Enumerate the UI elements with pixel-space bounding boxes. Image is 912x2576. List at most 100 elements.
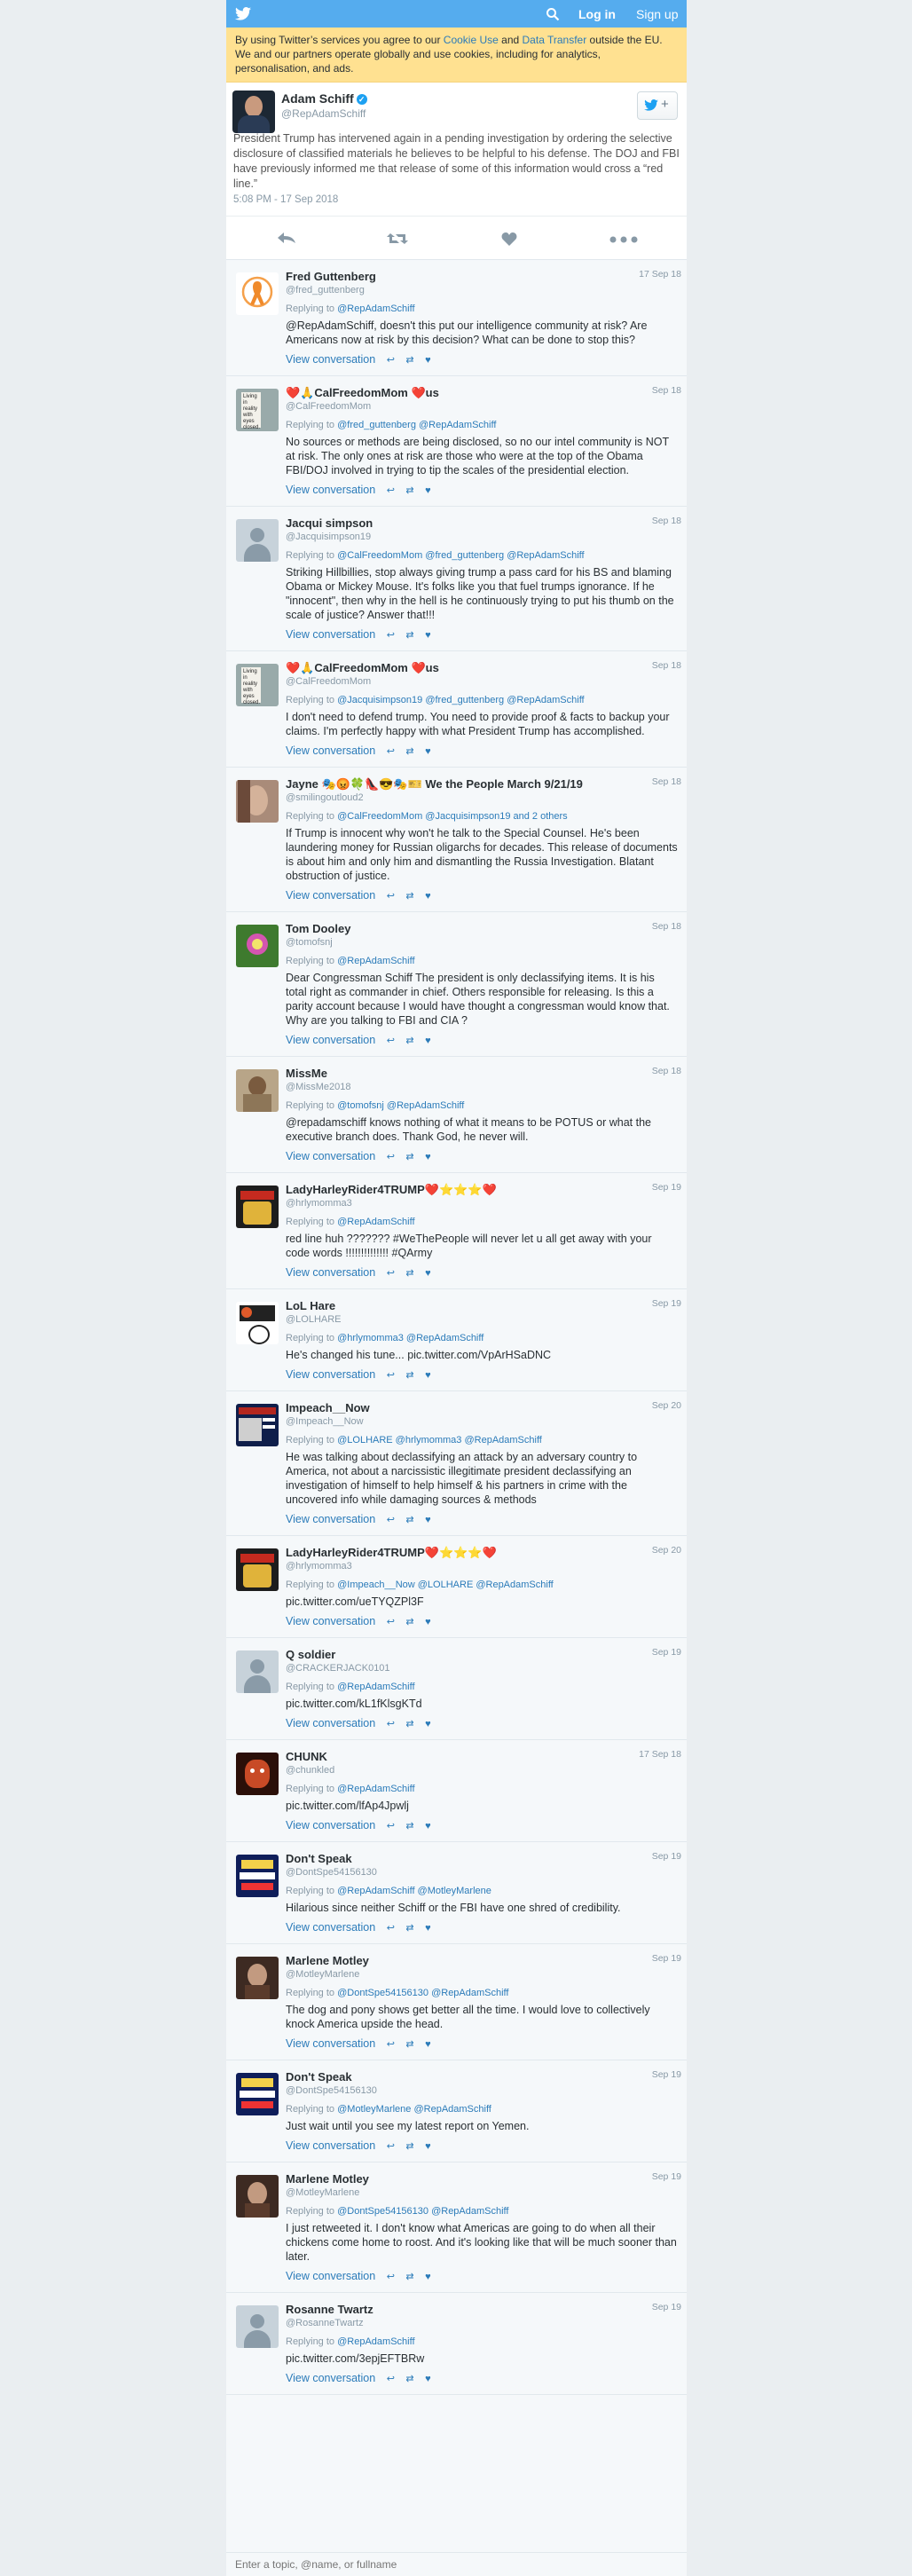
like-icon[interactable]: ♥ xyxy=(425,1034,431,1048)
like-icon[interactable]: ♥ xyxy=(425,1819,431,1833)
avatar[interactable] xyxy=(236,1855,279,1897)
like-icon[interactable]: ♥ xyxy=(425,1513,431,1527)
author-name[interactable]: Don't Speak xyxy=(286,2070,678,2084)
replying-to-link[interactable]: @Jacquisimpson19 @fred_guttenberg @RepAd… xyxy=(337,695,585,705)
reply-icon[interactable]: ↩ xyxy=(387,1368,395,1383)
view-conversation-link[interactable]: View conversation xyxy=(286,1819,375,1832)
author-name[interactable]: Jacqui simpson xyxy=(286,516,678,531)
author-handle[interactable]: @smilingoutloud2 xyxy=(286,792,678,805)
replying-to-link[interactable]: @hrlymomma3 @RepAdamSchiff xyxy=(337,1333,484,1343)
replying-to-link[interactable]: @MotleyMarlene @RepAdamSchiff xyxy=(337,2104,491,2115)
avatar[interactable] xyxy=(236,1957,279,1999)
author-name[interactable]: CHUNK xyxy=(286,1750,678,1764)
author-handle[interactable]: @RosanneTwartz xyxy=(286,2317,678,2330)
view-conversation-link[interactable]: View conversation xyxy=(286,2270,375,2282)
like-icon[interactable]: ♥ xyxy=(425,1615,431,1629)
retweet-icon[interactable] xyxy=(386,232,409,246)
replying-to-link[interactable]: @RepAdamSchiff xyxy=(337,1682,414,1692)
tweet-date[interactable]: Sep 19 xyxy=(652,2069,681,2080)
like-icon[interactable]: ♥ xyxy=(425,2270,431,2284)
view-conversation-link[interactable]: View conversation xyxy=(286,1717,375,1729)
like-icon[interactable]: ♥ xyxy=(425,2372,431,2386)
author-name[interactable]: Tom Dooley xyxy=(286,922,678,936)
like-icon[interactable]: ♥ xyxy=(425,2139,431,2154)
replying-to-link[interactable]: @RepAdamSchiff xyxy=(337,303,414,314)
author-handle[interactable]: @hrlymomma3 xyxy=(286,1560,678,1573)
author-name[interactable]: Adam Schiff ✓ xyxy=(281,91,367,106)
reply-icon[interactable]: ↩ xyxy=(387,1615,395,1629)
retweet-icon[interactable]: ⇄ xyxy=(405,744,413,759)
reply-icon[interactable]: ↩ xyxy=(387,1717,395,1731)
reply-icon[interactable]: ↩ xyxy=(387,889,395,903)
author-handle[interactable]: @MissMe2018 xyxy=(286,1081,678,1094)
author-handle[interactable]: @Impeach__Now xyxy=(286,1415,678,1429)
view-conversation-link[interactable]: View conversation xyxy=(286,484,375,496)
reply-icon[interactable]: ↩ xyxy=(387,1513,395,1527)
tweet-date[interactable]: Sep 18 xyxy=(652,516,681,526)
reply-icon[interactable]: ↩ xyxy=(387,628,395,642)
view-conversation-link[interactable]: View conversation xyxy=(286,889,375,902)
view-conversation-link[interactable]: View conversation xyxy=(286,1615,375,1627)
like-icon[interactable]: ♥ xyxy=(425,889,431,903)
view-conversation-link[interactable]: View conversation xyxy=(286,2372,375,2384)
view-conversation-link[interactable]: View conversation xyxy=(286,353,375,366)
retweet-icon[interactable]: ⇄ xyxy=(405,1266,413,1280)
view-conversation-link[interactable]: View conversation xyxy=(286,1513,375,1525)
author-name[interactable]: Jayne 🎭😡🍀👠😎🎭🎫 We the People March 9/21/1… xyxy=(286,777,678,792)
replying-to-link[interactable]: @RepAdamSchiff xyxy=(337,2336,414,2347)
retweet-icon[interactable]: ⇄ xyxy=(405,1615,413,1629)
retweet-icon[interactable]: ⇄ xyxy=(405,1368,413,1383)
author-handle[interactable]: @chunkled xyxy=(286,1764,678,1777)
avatar[interactable] xyxy=(236,2305,279,2348)
like-icon[interactable]: ♥ xyxy=(425,353,431,367)
tweet-timestamp[interactable]: 5:08 PM - 17 Sep 2018 xyxy=(226,192,687,205)
reply-icon[interactable]: ↩ xyxy=(387,744,395,759)
like-icon[interactable]: ♥ xyxy=(425,1921,431,1935)
reply-icon[interactable]: ↩ xyxy=(387,2270,395,2284)
tweet-date[interactable]: Sep 20 xyxy=(652,1545,681,1556)
avatar[interactable] xyxy=(232,91,275,133)
tweet-date[interactable]: Sep 19 xyxy=(652,1298,681,1309)
avatar[interactable]: Living in reality with eyes closed. xyxy=(236,389,279,431)
avatar[interactable] xyxy=(236,1186,279,1228)
view-conversation-link[interactable]: View conversation xyxy=(286,1266,375,1279)
author-handle[interactable]: @DontSpe54156130 xyxy=(286,1866,678,1879)
like-icon[interactable]: ♥ xyxy=(425,1150,431,1164)
retweet-icon[interactable]: ⇄ xyxy=(405,1921,413,1935)
view-conversation-link[interactable]: View conversation xyxy=(286,1921,375,1934)
reply-icon[interactable]: ↩ xyxy=(387,1034,395,1048)
like-icon[interactable] xyxy=(501,232,517,246)
tweet-date[interactable]: Sep 18 xyxy=(652,385,681,396)
avatar[interactable] xyxy=(236,1069,279,1112)
avatar[interactable] xyxy=(236,1650,279,1693)
like-icon[interactable]: ♥ xyxy=(425,2037,431,2052)
retweet-icon[interactable]: ⇄ xyxy=(405,484,413,498)
retweet-icon[interactable]: ⇄ xyxy=(405,2139,413,2154)
author-name[interactable]: ❤️🙏CalFreedomMom ❤️us xyxy=(286,386,678,400)
replying-to-link[interactable]: @tomofsnj @RepAdamSchiff xyxy=(337,1100,464,1111)
avatar[interactable] xyxy=(236,519,279,562)
view-conversation-link[interactable]: View conversation xyxy=(286,1034,375,1046)
reply-icon[interactable]: ↩ xyxy=(387,2139,395,2154)
avatar[interactable] xyxy=(236,2175,279,2218)
avatar[interactable] xyxy=(236,1753,279,1795)
reply-icon[interactable]: ↩ xyxy=(387,2037,395,2052)
tweet-date[interactable]: 17 Sep 18 xyxy=(639,269,681,280)
signup-link[interactable]: Sign up xyxy=(636,7,678,21)
reply-icon[interactable]: ↩ xyxy=(387,2372,395,2386)
retweet-icon[interactable]: ⇄ xyxy=(405,889,413,903)
reply-icon[interactable]: ↩ xyxy=(387,353,395,367)
replying-to-link[interactable]: @RepAdamSchiff xyxy=(337,1784,414,1794)
tweet-date[interactable]: Sep 18 xyxy=(652,660,681,671)
author-name[interactable]: Marlene Motley xyxy=(286,2172,678,2186)
author-handle[interactable]: @CalFreedomMom xyxy=(286,675,678,689)
tweet-date[interactable]: Sep 19 xyxy=(652,1953,681,1964)
replying-to-link[interactable]: @LOLHARE @hrlymomma3 @RepAdamSchiff xyxy=(337,1435,542,1446)
author-handle[interactable]: @Jacquisimpson19 xyxy=(286,531,678,544)
author-name[interactable]: Don't Speak xyxy=(286,1852,678,1866)
view-conversation-link[interactable]: View conversation xyxy=(286,2037,375,2050)
author-handle[interactable]: @MotleyMarlene xyxy=(286,2186,678,2200)
avatar[interactable] xyxy=(236,1302,279,1344)
view-conversation-link[interactable]: View conversation xyxy=(286,628,375,641)
tweet-date[interactable]: Sep 19 xyxy=(652,1182,681,1193)
